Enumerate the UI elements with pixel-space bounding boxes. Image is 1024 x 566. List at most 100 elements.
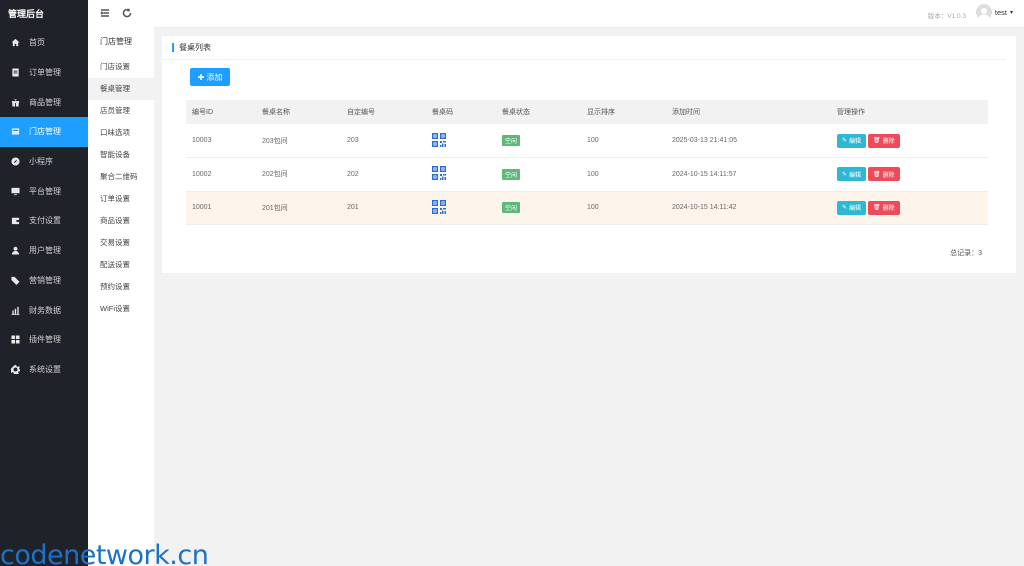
username-label: test — [994, 7, 1007, 17]
qr-code-icon[interactable] — [432, 132, 446, 149]
tables-table: 编号ID 餐桌名称 自定编号 餐桌码 餐桌状态 显示排序 添加时间 管理操作 10003 203… — [186, 100, 988, 226]
column-header: 显示排序 — [581, 100, 666, 124]
nav-item-11[interactable]: 系统设置 — [0, 355, 88, 385]
main-nav: 首页订单管理商品管理门店管理小程序平台管理支付设置用户管理营销管理财务数据 插件管… — [0, 28, 88, 384]
nav-item-1[interactable]: 订单管理 — [0, 58, 88, 88]
column-header: 管理操作 — [831, 100, 988, 124]
cell-qr — [426, 124, 496, 159]
nav-item-8[interactable]: 营销管理 — [0, 266, 88, 296]
table-header-row: 编号ID 餐桌名称 自定编号 餐桌码 餐桌状态 显示排序 添加时间 管理操作 — [186, 100, 988, 124]
edit-button[interactable]: ✎ 编辑 — [837, 200, 867, 215]
cell-code: 202 — [341, 157, 426, 192]
collapse-menu-icon[interactable] — [100, 8, 110, 20]
cell-status: 空闲 — [496, 191, 581, 226]
subnav-item-9[interactable]: 配送设置 — [88, 254, 154, 276]
subnav-item-5[interactable]: 聚合二维码 — [88, 166, 154, 188]
title-accent-bar — [172, 43, 174, 52]
chart-icon — [10, 305, 20, 315]
nav-item-3[interactable]: 门店管理 — [0, 117, 88, 147]
main-sidebar: 管理后台 首页 订单管理 商品管理 门店管理 小程序 平台管理 支付设置 用户管理 营销管理 财务… — [0, 0, 88, 566]
subnav-item-8[interactable]: 交易设置 — [88, 232, 154, 254]
cell-code: 203 — [341, 124, 426, 159]
column-header: 餐桌名称 — [256, 100, 341, 124]
order-icon — [10, 68, 20, 78]
cell-status: 空闲 — [496, 124, 581, 159]
cell-qr — [426, 191, 496, 226]
subnav-item-2[interactable]: 店员管理 — [88, 100, 154, 122]
nav-item-label: 门店管理 — [29, 127, 61, 137]
subnav-item-3[interactable]: 口味选项 — [88, 122, 154, 144]
table-body: 10003 203包间 203 空闲 100 2025-03-13 21:41:05 ✎ 编辑… — [186, 124, 988, 226]
delete-button-label: 删除 — [882, 206, 895, 213]
avatar — [975, 4, 992, 20]
column-header: 餐桌状态 — [496, 100, 581, 124]
cell-status: 空闲 — [496, 157, 581, 192]
delete-button[interactable]: 🗑 删除 — [868, 167, 900, 182]
nav-item-label: 平台管理 — [29, 186, 61, 196]
table-row: 10001 201包间 201 空闲 100 2024-10-15 14:11:42 ✎ 编辑… — [186, 191, 988, 226]
nav-item-label: 支付设置 — [29, 216, 61, 226]
watermark: codenetwork.cn — [0, 540, 209, 566]
nav-item-label: 营销管理 — [29, 275, 61, 285]
nav-item-label: 系统设置 — [29, 364, 61, 374]
cell-sort: 100 — [581, 124, 666, 159]
status-badge: 空闲 — [502, 168, 521, 180]
card-header: 餐桌列表 — [162, 36, 1006, 60]
nav-item-2[interactable]: 商品管理 — [0, 87, 88, 117]
cell-name: 202包间 — [256, 157, 341, 192]
compass-icon — [10, 157, 20, 167]
top-header: 版本：V1.0.3 test ▾ — [154, 0, 1024, 28]
trash-icon: 🗑 — [873, 205, 881, 212]
version-label: 版本：V1.0.3 — [927, 13, 966, 20]
pencil-icon: ✎ — [842, 205, 848, 212]
nav-item-4[interactable]: 小程序 — [0, 147, 88, 177]
cell-time: 2024-10-15 14:11:57 — [666, 157, 831, 192]
delete-button[interactable]: 🗑 删除 — [868, 133, 900, 148]
card-title: 餐桌列表 — [179, 43, 211, 52]
delete-button-label: 删除 — [882, 139, 895, 146]
nav-item-5[interactable]: 平台管理 — [0, 176, 88, 206]
qr-code-icon[interactable] — [432, 199, 446, 216]
cell-code: 201 — [341, 191, 426, 226]
nav-item-label: 用户管理 — [29, 246, 61, 256]
nav-item-label: 商品管理 — [29, 97, 61, 107]
table-row: 10003 203包间 203 空闲 100 2025-03-13 21:41:05 ✎ 编辑… — [186, 124, 988, 159]
cell-actions: ✎ 编辑 🗑 删除 — [831, 191, 988, 226]
home-icon — [10, 38, 20, 48]
subnav-item-0[interactable]: 门店设置 — [88, 56, 154, 78]
total-count: 总记录：3 — [950, 250, 982, 257]
nav-item-7[interactable]: 用户管理 — [0, 236, 88, 266]
subnav-item-11[interactable]: WiFi设置 — [88, 298, 154, 320]
delete-button[interactable]: 🗑 删除 — [868, 200, 900, 215]
subnav-item-4[interactable]: 智能设备 — [88, 144, 154, 166]
cell-actions: ✎ 编辑 🗑 删除 — [831, 157, 988, 192]
nav-item-6[interactable]: 支付设置 — [0, 206, 88, 236]
subnav-item-1[interactable]: 餐桌管理 — [88, 78, 154, 100]
edit-button[interactable]: ✎ 编辑 — [837, 167, 867, 182]
edit-button-label: 编辑 — [849, 206, 862, 213]
nav-item-10[interactable]: 插件管理 — [0, 325, 88, 355]
pencil-icon: ✎ — [842, 171, 848, 178]
cell-actions: ✎ 编辑 🗑 删除 — [831, 124, 988, 159]
nav-item-label: 小程序 — [29, 157, 53, 167]
user-menu[interactable]: test ▾ — [975, 4, 1013, 20]
column-header: 餐桌码 — [426, 100, 496, 124]
cell-time: 2025-03-13 21:41:05 — [666, 124, 831, 159]
cell-id: 10003 — [186, 124, 256, 159]
nav-item-0[interactable]: 首页 — [0, 28, 88, 58]
qr-code-icon[interactable] — [432, 166, 446, 182]
column-header: 编号ID — [186, 100, 256, 124]
add-button-label: 添加 — [206, 72, 223, 82]
cell-time: 2024-10-15 14:11:42 — [666, 191, 831, 226]
nav-item-label: 订单管理 — [29, 68, 61, 78]
add-button[interactable]: ✚ 添加 — [190, 68, 230, 86]
toolbar-left — [88, 0, 154, 28]
subnav-item-10[interactable]: 预约设置 — [88, 276, 154, 298]
cell-sort: 100 — [581, 157, 666, 192]
subnav-item-6[interactable]: 订单设置 — [88, 188, 154, 210]
edit-button[interactable]: ✎ 编辑 — [837, 133, 867, 148]
status-badge: 空闲 — [502, 135, 521, 147]
nav-item-9[interactable]: 财务数据 — [0, 295, 88, 325]
subnav-item-7[interactable]: 商品设置 — [88, 210, 154, 232]
refresh-icon[interactable] — [122, 8, 132, 20]
